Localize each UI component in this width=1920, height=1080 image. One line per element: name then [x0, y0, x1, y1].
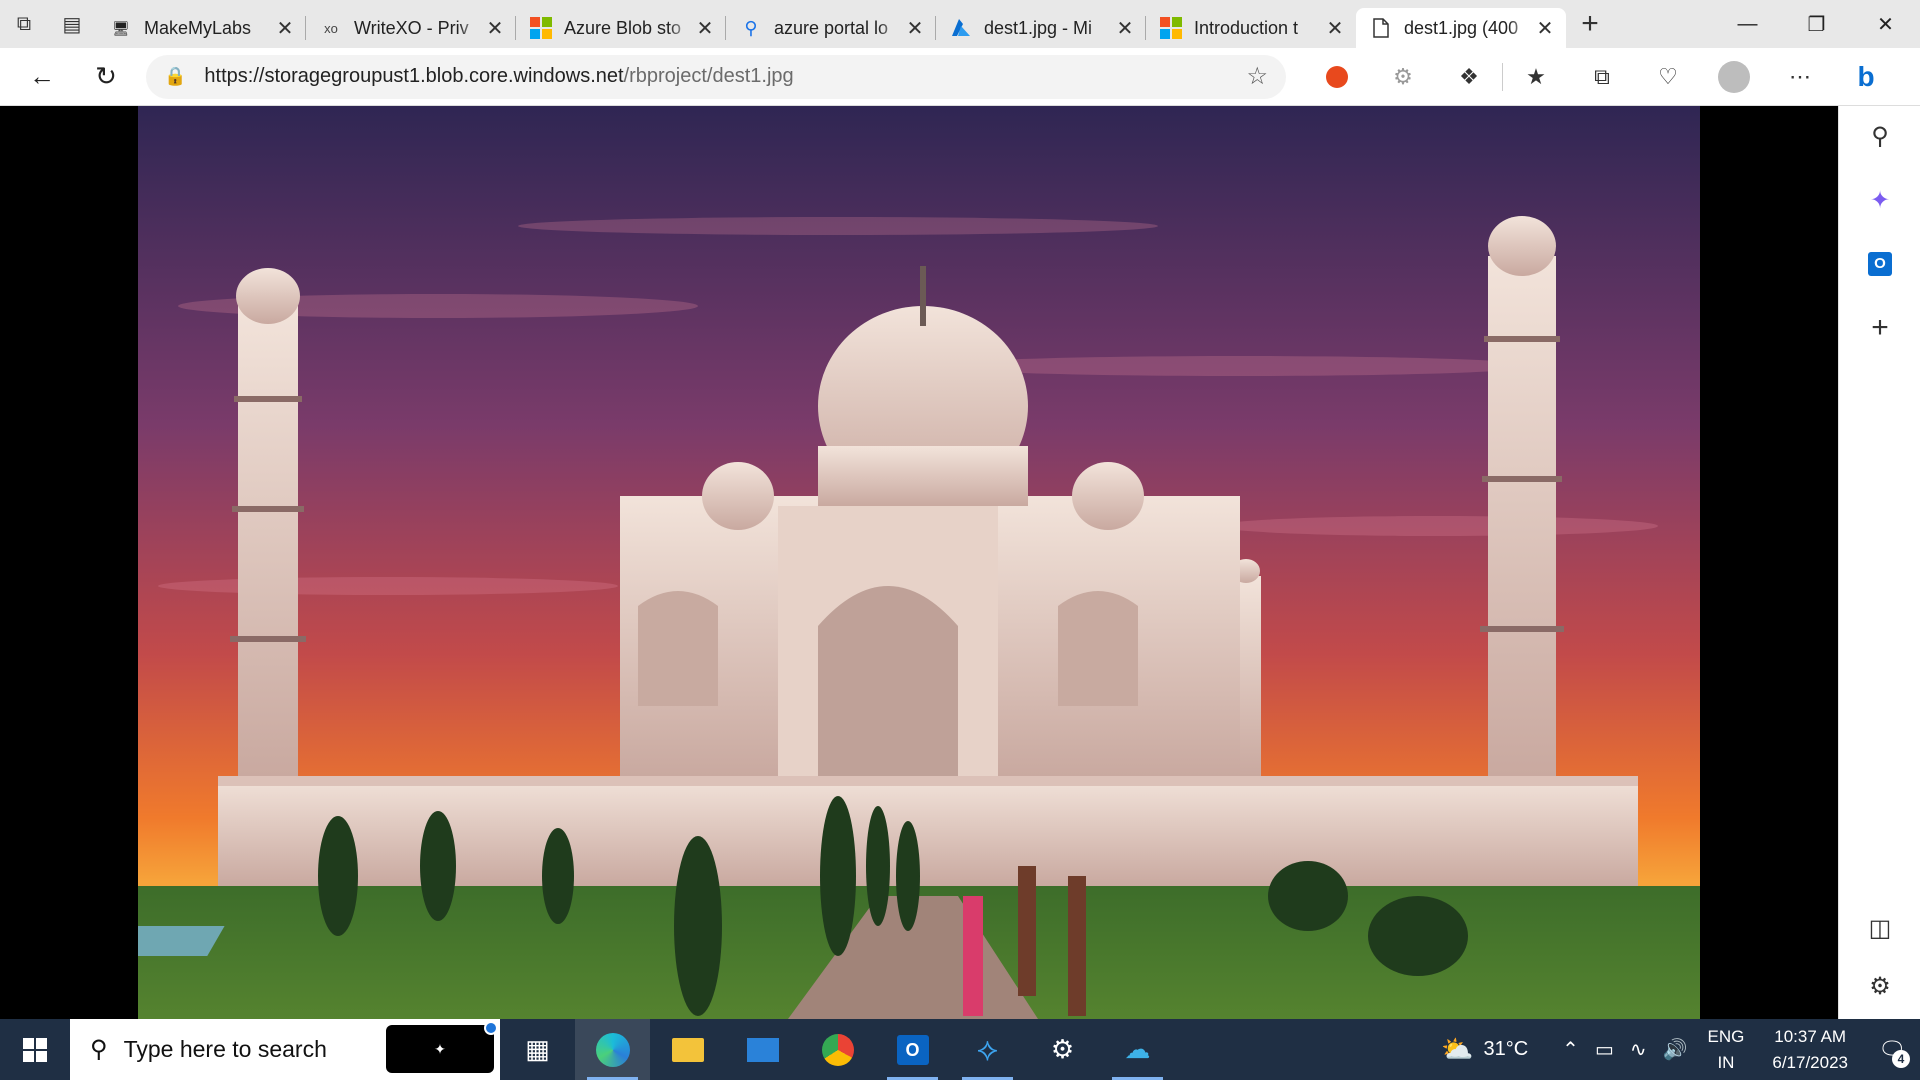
search-highlight-image[interactable]: ✦ — [386, 1021, 498, 1073]
settings-icon[interactable]: ⚙ — [1839, 958, 1920, 1014]
url-text[interactable]: https://storagegroupust1.blob.core.windo… — [204, 65, 1246, 88]
microsoft-logo-icon — [530, 17, 552, 39]
url-host: https://storagegroupust1.blob.core.windo… — [204, 65, 624, 87]
monitor-icon: 🖥 — [112, 19, 130, 36]
close-icon[interactable]: ✕ — [274, 16, 296, 41]
tab-dest1-azure[interactable]: dest1.jpg - Mi ✕ — [936, 8, 1146, 48]
weather-sun-cloud-icon: ⛅ — [1441, 1034, 1474, 1064]
weather-widget[interactable]: ⛅ 31°C — [1433, 1034, 1536, 1065]
url-path: /rbproject/dest1.jpg — [623, 65, 794, 87]
file-icon — [1370, 17, 1392, 39]
system-tray: ⛅ 31°C ⌃ ▭ ∿ 🔊 ENG IN 10:37 AM 6/17/2023… — [1433, 1019, 1920, 1080]
lang-line2: IN — [1717, 1052, 1735, 1072]
clock[interactable]: 10:37 AM 6/17/2023 — [1756, 1024, 1864, 1076]
extension-record-icon[interactable] — [1304, 48, 1370, 106]
weather-temp: 31°C — [1483, 1038, 1529, 1060]
address-bar[interactable]: 🔒 https://storagegroupust1.blob.core.win… — [146, 54, 1286, 99]
edge-app-icon[interactable] — [575, 1019, 650, 1080]
close-icon[interactable]: ✕ — [694, 16, 716, 41]
lang-line1: ENG — [1707, 1026, 1745, 1046]
tab-actions-icon[interactable]: ▤ — [48, 0, 96, 48]
profile-avatar[interactable] — [1701, 48, 1767, 106]
search-icon[interactable]: ⚲ — [1839, 108, 1920, 164]
sidebar-toggle-icon[interactable]: ◫ — [1839, 900, 1920, 956]
close-icon[interactable]: ✕ — [484, 16, 506, 41]
tab-writexo[interactable]: xo WriteXO - Priv ✕ — [306, 8, 516, 48]
wifi-icon[interactable]: ∿ — [1622, 1037, 1655, 1062]
windows-logo-icon — [23, 1037, 47, 1062]
address-toolbar: ← ↻ 🔒 https://storagegroupust1.blob.core… — [0, 48, 1920, 106]
taskbar: ⚲ Type here to search ✦ ▦ O ⟡ ⚙ ☁ ⛅ 31°C… — [0, 1019, 1920, 1080]
clock-date: 6/17/2023 — [1772, 1052, 1848, 1072]
refresh-icon[interactable]: ↻ — [74, 48, 138, 106]
edge-sidebar: ⚲ ✦ O + ◫ ⚙ — [1838, 106, 1920, 1019]
new-tab-icon[interactable]: + — [1566, 0, 1614, 48]
chrome-icon[interactable] — [800, 1019, 875, 1080]
task-view-icon[interactable]: ▦ — [500, 1019, 575, 1080]
displayed-image[interactable] — [138, 106, 1700, 1019]
back-icon[interactable]: ← — [10, 48, 74, 106]
close-icon[interactable]: ✕ — [1114, 16, 1136, 41]
vscode-icon[interactable]: ⟡ — [950, 1019, 1025, 1080]
tab-makemylabs[interactable]: 🖥 MakeMyLabs ✕ — [96, 8, 306, 48]
tab-introduction[interactable]: Introduction t ✕ — [1146, 8, 1356, 48]
tab-title: Introduction t — [1194, 17, 1299, 38]
file-explorer-icon[interactable] — [650, 1019, 725, 1080]
workspaces-icon[interactable]: ⧉ — [0, 0, 48, 48]
notification-center-icon[interactable]: 🗨 4 — [1864, 1019, 1920, 1080]
show-hidden-icons-icon[interactable]: ⌃ — [1554, 1037, 1587, 1062]
tab-title: azure portal lo — [774, 17, 889, 38]
copilot-icon[interactable]: ✦ — [1839, 172, 1920, 228]
tab-strip: ⧉ ▤ 🖥 MakeMyLabs ✕ xo WriteXO - Priv ✕ A… — [0, 0, 1920, 48]
tab-dest1-image[interactable]: dest1.jpg (400 ✕ — [1356, 8, 1566, 48]
close-icon[interactable]: ✕ — [904, 16, 926, 41]
tab-azure-portal-search[interactable]: ⚲ azure portal lo ✕ — [726, 8, 936, 48]
bing-chat-icon[interactable]: b — [1833, 48, 1899, 106]
tab-title: dest1.jpg - Mi — [984, 17, 1093, 38]
outlook-app-icon[interactable]: O — [875, 1019, 950, 1080]
browser-essentials-icon[interactable]: ♡ — [1635, 48, 1701, 106]
search-icon: ⚲ — [744, 17, 758, 38]
tab-azure-blob[interactable]: Azure Blob sto ✕ — [516, 8, 726, 48]
settings-app-icon[interactable]: ⚙ — [1025, 1019, 1100, 1080]
tab-title: MakeMyLabs — [144, 17, 252, 38]
page-viewport — [0, 106, 1838, 1019]
tab-title: dest1.jpg (400 — [1404, 17, 1519, 38]
mail-icon[interactable] — [725, 1019, 800, 1080]
window-controls: — ❐ ✕ — [1713, 0, 1920, 48]
more-menu-icon[interactable]: ⋯ — [1767, 48, 1833, 106]
azure-icon — [950, 17, 972, 39]
extension-gear-icon[interactable]: ⚙ — [1370, 48, 1436, 106]
tab-title: Azure Blob sto — [564, 17, 682, 38]
close-icon[interactable]: ✕ — [1324, 16, 1346, 41]
volume-icon[interactable]: 🔊 — [1655, 1037, 1696, 1062]
taskbar-search[interactable]: ⚲ Type here to search ✦ — [70, 1019, 500, 1080]
search-icon: ⚲ — [90, 1036, 108, 1063]
search-placeholder: Type here to search — [123, 1036, 327, 1062]
lock-icon[interactable]: 🔒 — [164, 66, 186, 87]
collections-icon[interactable]: ⧉ — [1569, 48, 1635, 106]
notification-count: 4 — [1892, 1050, 1910, 1068]
favorite-star-icon[interactable]: ☆ — [1246, 62, 1268, 91]
minimize-icon[interactable]: — — [1713, 0, 1782, 48]
azure-data-studio-icon[interactable]: ☁ — [1100, 1019, 1175, 1080]
close-window-icon[interactable]: ✕ — [1851, 0, 1920, 48]
restore-icon[interactable]: ❐ — [1782, 0, 1851, 48]
tab-title: WriteXO - Priv — [354, 17, 469, 38]
start-button[interactable] — [0, 1019, 70, 1080]
xo-icon: xo — [324, 20, 338, 36]
microsoft-logo-icon — [1160, 17, 1182, 39]
add-icon[interactable]: + — [1839, 300, 1920, 356]
battery-icon[interactable]: ▭ — [1587, 1037, 1622, 1062]
favorites-icon[interactable]: ★ — [1503, 48, 1569, 106]
outlook-icon[interactable]: O — [1839, 236, 1920, 292]
language-indicator[interactable]: ENG IN — [1696, 1024, 1757, 1076]
close-icon[interactable]: ✕ — [1534, 16, 1556, 41]
extensions-icon[interactable]: ❖ — [1436, 48, 1502, 106]
browser-tools: ⚙ ❖ ★ ⧉ ♡ ⋯ b — [1304, 48, 1899, 106]
notification-dot — [484, 1021, 498, 1035]
clock-time: 10:37 AM — [1774, 1026, 1847, 1046]
